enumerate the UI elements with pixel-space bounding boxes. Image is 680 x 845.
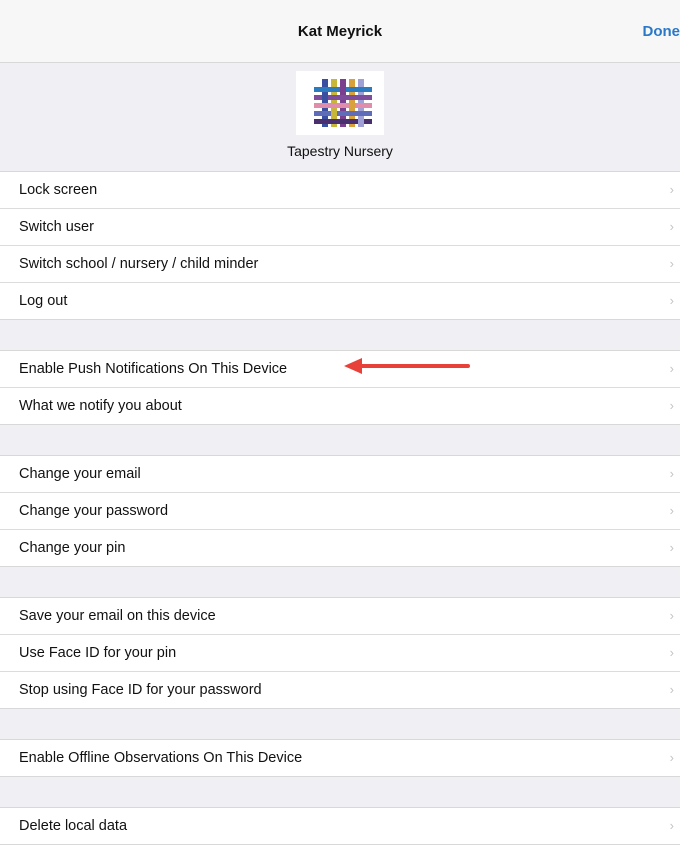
- menu-item-label: Lock screen: [19, 182, 97, 198]
- menu-item-log-out[interactable]: Log out ›: [0, 283, 680, 320]
- section-separator: [0, 777, 680, 808]
- menu-item-label: Switch user: [19, 219, 94, 235]
- chevron-right-icon: ›: [670, 808, 674, 844]
- menu-item-label: Delete local data: [19, 818, 127, 834]
- menu-item-label: Save your email on this device: [19, 608, 216, 624]
- menu-item-label: Log out: [19, 293, 67, 309]
- chevron-right-icon: ›: [670, 635, 674, 671]
- chevron-right-icon: ›: [670, 283, 674, 319]
- menu-item-enable-push-notifications[interactable]: Enable Push Notifications On This Device…: [0, 351, 680, 388]
- chevron-right-icon: ›: [670, 209, 674, 245]
- menu-item-label: Stop using Face ID for your password: [19, 682, 262, 698]
- red-arrow-annotation-icon: [344, 358, 472, 374]
- menu-item-label: Change your pin: [19, 540, 125, 556]
- offline-group: Enable Offline Observations On This Devi…: [0, 740, 680, 777]
- menu-item-label: Enable Offline Observations On This Devi…: [19, 750, 302, 766]
- credentials-group: Change your email › Change your password ›…: [0, 456, 680, 567]
- chevron-right-icon: ›: [670, 351, 674, 387]
- organisation-name: Tapestry Nursery: [287, 143, 393, 159]
- menu-item-save-email[interactable]: Save your email on this device ›: [0, 598, 680, 635]
- menu-item-lock-screen[interactable]: Lock screen ›: [0, 172, 680, 209]
- section-separator: [0, 425, 680, 456]
- section-separator: [0, 567, 680, 598]
- menu-item-label: Switch school / nursery / child minder: [19, 256, 258, 272]
- tapestry-logo-icon: [296, 71, 384, 135]
- chevron-right-icon: ›: [670, 740, 674, 776]
- chevron-right-icon: ›: [670, 493, 674, 529]
- menu-item-face-id-pin[interactable]: Use Face ID for your pin ›: [0, 635, 680, 672]
- menu-item-what-we-notify[interactable]: What we notify you about ›: [0, 388, 680, 425]
- menu-item-change-email[interactable]: Change your email ›: [0, 456, 680, 493]
- chevron-right-icon: ›: [670, 172, 674, 208]
- done-button[interactable]: Done: [637, 0, 680, 62]
- chevron-right-icon: ›: [670, 388, 674, 424]
- chevron-right-icon: ›: [670, 672, 674, 708]
- chevron-right-icon: ›: [670, 456, 674, 492]
- notifications-group: Enable Push Notifications On This Device…: [0, 351, 680, 425]
- account-group: Lock screen › Switch user › Switch school …: [0, 172, 680, 320]
- menu-item-stop-face-id-password[interactable]: Stop using Face ID for your password ›: [0, 672, 680, 709]
- section-separator: [0, 320, 680, 351]
- menu-item-label: Use Face ID for your pin: [19, 645, 176, 661]
- menu-item-label: Enable Push Notifications On This Device: [19, 361, 287, 377]
- menu-item-switch-school[interactable]: Switch school / nursery / child minder ›: [0, 246, 680, 283]
- menu-item-label: What we notify you about: [19, 398, 182, 414]
- navigation-bar: Kat Meyrick Done: [0, 0, 680, 63]
- device-security-group: Save your email on this device › Use Face…: [0, 598, 680, 709]
- menu-item-enable-offline-observations[interactable]: Enable Offline Observations On This Devi…: [0, 740, 680, 777]
- menu-item-change-password[interactable]: Change your password ›: [0, 493, 680, 530]
- chevron-right-icon: ›: [670, 598, 674, 634]
- menu-item-change-pin[interactable]: Change your pin ›: [0, 530, 680, 567]
- section-separator: [0, 709, 680, 740]
- organisation-header: Tapestry Nursery: [0, 63, 680, 172]
- menu-item-switch-user[interactable]: Switch user ›: [0, 209, 680, 246]
- page-title: Kat Meyrick: [298, 23, 382, 40]
- chevron-right-icon: ›: [670, 246, 674, 282]
- chevron-right-icon: ›: [670, 530, 674, 566]
- menu-item-label: Change your email: [19, 466, 141, 482]
- menu-item-label: Change your password: [19, 503, 168, 519]
